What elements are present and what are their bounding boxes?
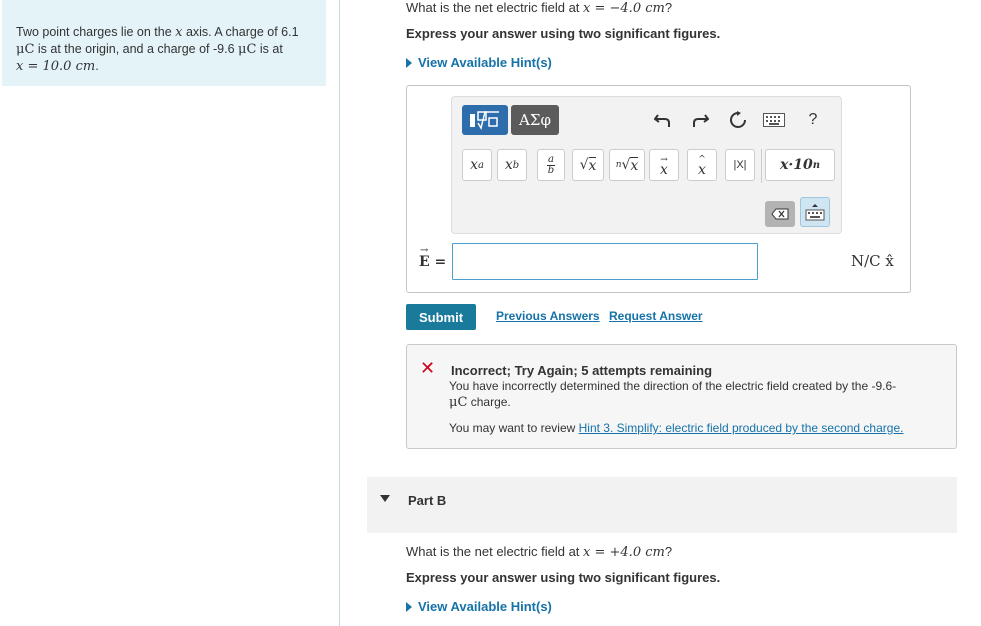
- vector-arrow-icon: →: [420, 245, 429, 256]
- problem-position: x = 10.0 cm: [16, 59, 96, 74]
- superscript-key[interactable]: xa: [462, 149, 492, 181]
- part-a-question-prefix: What is the net electric field at: [406, 0, 584, 15]
- part-b-header[interactable]: [367, 477, 957, 533]
- math-toolbar: ΑΣφ ? x a x b a b √ x n √ x → x ^ x |X| …: [451, 96, 842, 234]
- feedback-box: ✕ Incorrect; Try Again; 5 attempts remai…: [406, 344, 957, 449]
- problem-text-4: is at: [256, 42, 283, 56]
- toolbar-divider: [761, 149, 762, 183]
- redo-icon: [693, 114, 709, 127]
- x-icon: ✕: [420, 358, 436, 378]
- answer-label: → E =: [419, 245, 447, 270]
- answer-panel: ΑΣφ ? x a x b a b √ x n √ x → x ^ x |X| …: [406, 85, 911, 293]
- part-b-hint-label: View Available Hint(s): [418, 599, 552, 614]
- reset-button[interactable]: [727, 109, 749, 131]
- fraction-key[interactable]: ab: [537, 149, 565, 181]
- templates-icon: [470, 111, 499, 130]
- vector-key[interactable]: → x: [649, 149, 679, 181]
- unit-vector-key[interactable]: ^ x: [687, 149, 717, 181]
- problem-statement: Two point charges lie on the x axis. A c…: [2, 0, 326, 86]
- undo-button[interactable]: [652, 109, 674, 131]
- answer-unit: N/C x̂: [851, 252, 894, 270]
- caret-right-icon: [406, 57, 412, 68]
- feedback-message-2: charge.: [467, 395, 511, 409]
- left-column: Two point charges lie on the x axis. A c…: [0, 0, 340, 626]
- feedback-message-1: You have incorrectly determined the dire…: [449, 379, 897, 393]
- greek-button[interactable]: ΑΣφ: [511, 105, 559, 135]
- hint-3-link[interactable]: Hint 3. Simplify: electric field produce…: [579, 421, 904, 435]
- problem-text-3: is at the origin, and a charge of -9.6: [34, 42, 239, 56]
- keyboard-icon: [763, 113, 785, 127]
- undo-icon: [654, 114, 670, 127]
- feedback-title: Incorrect; Try Again; 5 attempts remaini…: [451, 363, 713, 378]
- nth-root-key[interactable]: n √ x: [609, 149, 645, 181]
- part-a-question-value: x = −4.0 cm: [583, 1, 665, 16]
- request-answer-link[interactable]: Request Answer: [609, 309, 703, 323]
- part-b-hint-toggle[interactable]: View Available Hint(s): [406, 599, 552, 614]
- caret-down-icon: [380, 495, 390, 502]
- feedback-message-unit: μC: [449, 395, 468, 410]
- part-b-question: What is the net electric field at x = +4…: [406, 544, 672, 560]
- problem-text-1: Two point charges lie on the: [16, 25, 176, 39]
- keyboard-toggle-button[interactable]: [800, 197, 830, 227]
- part-b-instruction: Express your answer using two significan…: [406, 570, 721, 585]
- problem-unit-2: μC: [238, 42, 257, 57]
- problem-unit-1: μC: [16, 42, 35, 57]
- subscript-key[interactable]: xb: [497, 149, 527, 181]
- part-a-question-suffix: ?: [664, 0, 673, 15]
- backspace-icon: [771, 208, 789, 220]
- part-a-instruction: Express your answer using two significan…: [406, 26, 721, 41]
- submit-button[interactable]: Submit: [406, 304, 476, 330]
- part-b-label: Part B: [408, 493, 447, 508]
- problem-text-5: .: [95, 59, 99, 73]
- backspace-button[interactable]: [765, 201, 795, 227]
- redo-button[interactable]: [689, 109, 711, 131]
- keyboard-up-icon: [805, 204, 825, 221]
- sqrt-key[interactable]: √ x: [572, 149, 604, 181]
- templates-button[interactable]: [462, 105, 508, 135]
- help-button[interactable]: ?: [802, 109, 824, 131]
- part-b-question-suffix: ?: [664, 544, 673, 559]
- part-a-hint-label: View Available Hint(s): [418, 55, 552, 70]
- answer-label-text: E =: [419, 254, 447, 270]
- feedback-review-prefix: You may want to review: [449, 421, 579, 435]
- sci-notation-key[interactable]: x·10 n: [765, 149, 835, 181]
- part-b-question-value: x = +4.0 cm: [583, 545, 665, 560]
- abs-value-key[interactable]: |X|: [725, 149, 755, 181]
- part-b-question-prefix: What is the net electric field at: [406, 544, 584, 559]
- feedback-review: You may want to review Hint 3. Simplify:…: [449, 421, 903, 435]
- previous-answers-link[interactable]: Previous Answers: [496, 309, 600, 323]
- feedback-message: You have incorrectly determined the dire…: [449, 378, 949, 411]
- problem-text-2: axis. A charge of 6.1: [182, 25, 299, 39]
- part-a-hint-toggle[interactable]: View Available Hint(s): [406, 55, 552, 70]
- keyboard-button[interactable]: [762, 111, 786, 129]
- answer-input[interactable]: [452, 243, 758, 280]
- part-a-question: What is the net electric field at x = −4…: [406, 0, 672, 16]
- reset-icon: [730, 111, 746, 128]
- caret-right-icon: [406, 601, 412, 612]
